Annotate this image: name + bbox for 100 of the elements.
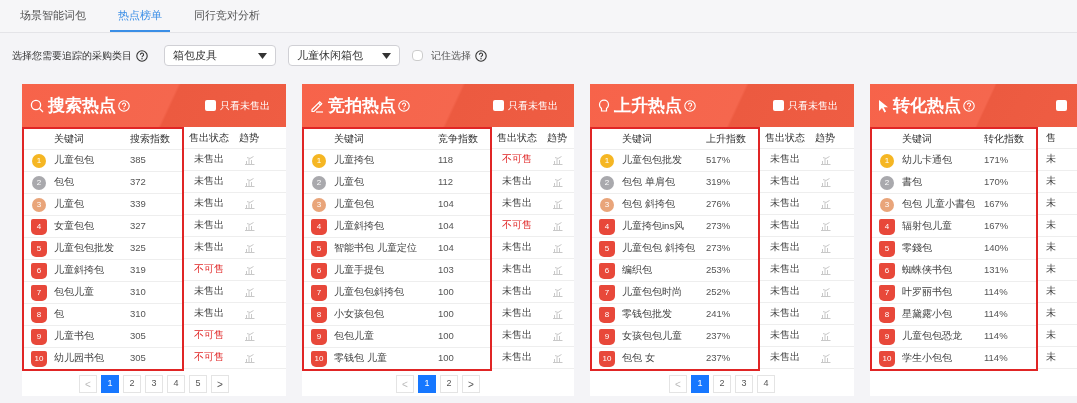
page-button[interactable]: 3 bbox=[145, 375, 163, 393]
status-cell-text: 未售出 bbox=[193, 152, 225, 167]
index-cell-text: 327 bbox=[130, 219, 147, 234]
caret-icon bbox=[382, 52, 391, 59]
next-page-button[interactable]: > bbox=[211, 375, 229, 393]
index-cell-text: 104 bbox=[438, 241, 455, 256]
index-cell-text: 310 bbox=[130, 307, 147, 322]
page-button[interactable]: 4 bbox=[167, 375, 185, 393]
rank-badge: 5 bbox=[599, 240, 615, 257]
medal-badge: 1 bbox=[312, 153, 326, 168]
index-cell-text: 170% bbox=[984, 175, 1010, 190]
rank-badge: 5 bbox=[31, 240, 47, 257]
keyword-cell-text: 儿童包包 斜挎包 bbox=[622, 241, 696, 256]
trend-chart-icon bbox=[819, 264, 831, 275]
help-icon bbox=[136, 49, 148, 62]
medal-badge: 3 bbox=[32, 197, 46, 212]
index-cell-text: 305 bbox=[130, 351, 147, 366]
index-cell-text: 140% bbox=[984, 241, 1010, 256]
tab[interactable]: 场景智能词包 bbox=[12, 0, 94, 32]
index-cell-text: 237% bbox=[706, 329, 732, 344]
medal-badge: 1 bbox=[600, 153, 614, 168]
keyword-cell-text: 辐射包儿童 bbox=[902, 219, 953, 234]
status-cell-text: 未售出 bbox=[501, 240, 533, 255]
page-button[interactable]: 2 bbox=[440, 375, 458, 393]
keyword-cell-text: 蜘蛛侠书包 bbox=[902, 263, 953, 278]
page-button[interactable]: 1 bbox=[418, 375, 436, 393]
index-cell-text: 253% bbox=[706, 263, 732, 278]
panel-title: 转化热点 bbox=[893, 94, 961, 117]
dropdown[interactable]: 箱包皮具 bbox=[164, 45, 276, 66]
column-header: 关键词 bbox=[334, 131, 365, 146]
page-button[interactable]: 1 bbox=[691, 375, 709, 393]
keyword-cell-text: 儿童包包批发 bbox=[54, 241, 115, 256]
index-cell-text: 319% bbox=[706, 175, 732, 190]
status-cell-text: 未售出 bbox=[193, 240, 225, 255]
index-cell-text: 252% bbox=[706, 285, 732, 300]
status-cell-text: 未 bbox=[1045, 218, 1057, 233]
panel-title: 搜索热点 bbox=[48, 94, 116, 117]
column-header: 趋势 bbox=[814, 131, 836, 146]
page-button[interactable]: 2 bbox=[713, 375, 731, 393]
page-button[interactable]: 2 bbox=[123, 375, 141, 393]
trend-chart-icon bbox=[551, 286, 563, 297]
status-cell-text: 未售出 bbox=[193, 174, 225, 189]
trend-chart-icon bbox=[819, 308, 831, 319]
status-cell-text: 未售出 bbox=[769, 218, 801, 233]
rank-badge: 6 bbox=[311, 262, 327, 279]
trend-chart-icon bbox=[551, 176, 563, 187]
medal-badge: 2 bbox=[880, 175, 894, 190]
column-header: 趋势 bbox=[546, 131, 568, 146]
rank-badge: 9 bbox=[599, 328, 615, 345]
page-button[interactable]: 4 bbox=[757, 375, 775, 393]
checkbox[interactable] bbox=[205, 100, 216, 111]
help-icon bbox=[684, 99, 696, 112]
checkbox-label: 记住选择 bbox=[431, 49, 471, 63]
cursor-icon bbox=[878, 98, 889, 113]
status-cell-text: 未售出 bbox=[501, 284, 533, 299]
index-cell-text: 100 bbox=[438, 329, 455, 344]
page-button[interactable]: 3 bbox=[735, 375, 753, 393]
keyword-cell-text: 包包 单肩包 bbox=[622, 175, 676, 190]
checkbox[interactable] bbox=[412, 50, 423, 61]
keyword-cell-text: 叶罗丽书包 bbox=[902, 285, 953, 300]
pen-icon bbox=[310, 98, 324, 113]
keyword-cell-text: 包包儿童 bbox=[54, 285, 95, 300]
checkbox[interactable] bbox=[1056, 100, 1067, 111]
trend-chart-icon bbox=[819, 330, 831, 341]
keyword-cell-text: 儿童斜挎包 bbox=[54, 263, 105, 278]
keyword-cell-text: 包包儿童 bbox=[334, 329, 375, 344]
help-icon bbox=[118, 99, 130, 112]
keyword-cell-text: 包包 bbox=[54, 175, 75, 190]
trend-chart-icon bbox=[551, 154, 563, 165]
next-page-button[interactable]: > bbox=[462, 375, 480, 393]
keyword-cell-text: 儿童包包恐龙 bbox=[902, 329, 963, 344]
filter-label: 选择您需要追踪的采购类目 bbox=[12, 49, 132, 63]
trend-chart-icon bbox=[243, 286, 255, 297]
keyword-cell-text: 学生小包包 bbox=[902, 351, 953, 366]
index-cell-text: 167% bbox=[984, 219, 1010, 234]
trend-chart-icon bbox=[819, 286, 831, 297]
rank-badge: 7 bbox=[879, 284, 895, 301]
keyword-cell-text: 幼儿卡通包 bbox=[902, 153, 953, 168]
keyword-cell-text: 儿童包包斜挎包 bbox=[334, 285, 405, 300]
page-button[interactable]: 5 bbox=[189, 375, 207, 393]
dropdown[interactable]: 儿童休闲箱包 bbox=[288, 45, 400, 66]
status-cell-text: 未售出 bbox=[769, 262, 801, 277]
trend-chart-icon bbox=[551, 198, 563, 209]
checkbox[interactable] bbox=[773, 100, 784, 111]
checkbox[interactable] bbox=[493, 100, 504, 111]
status-cell-text: 未售出 bbox=[769, 284, 801, 299]
medal-badge: 1 bbox=[880, 153, 894, 168]
tab[interactable]: 同行竞对分析 bbox=[186, 0, 268, 32]
trend-chart-icon bbox=[243, 264, 255, 275]
index-cell-text: 118 bbox=[438, 153, 455, 168]
trend-chart-icon bbox=[819, 154, 831, 165]
rank-badge: 5 bbox=[311, 240, 327, 257]
status-cell-text: 未 bbox=[1045, 284, 1057, 299]
medal-badge: 3 bbox=[312, 197, 326, 212]
keyword-cell-text: 儿童挎包 bbox=[334, 153, 375, 168]
index-cell-text: 241% bbox=[706, 307, 732, 322]
rank-badge: 10 bbox=[599, 350, 615, 367]
column-header: 售出状态 bbox=[496, 131, 538, 146]
page-button[interactable]: 1 bbox=[101, 375, 119, 393]
index-cell-text: 104 bbox=[438, 219, 455, 234]
